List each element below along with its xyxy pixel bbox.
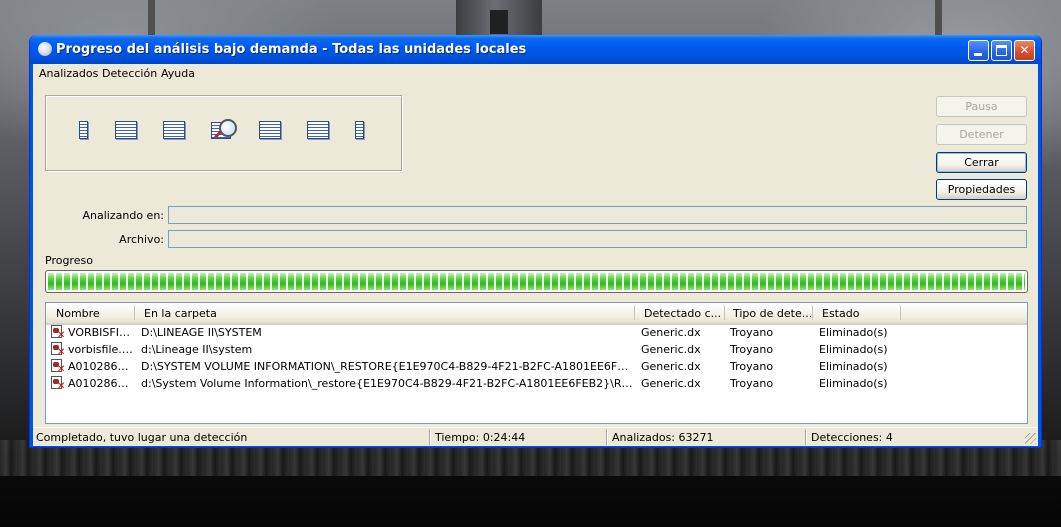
cell-detected: Generic.dx bbox=[641, 343, 701, 356]
status-detections: Detecciones: 4 bbox=[811, 431, 893, 444]
cell-folder: D:\SYSTEM VOLUME INFORMATION\_RESTORE{E1… bbox=[141, 360, 635, 373]
cell-detected: Generic.dx bbox=[641, 360, 701, 373]
document-icon bbox=[163, 121, 185, 139]
status-bar: Completado, tuvo lugar una detección Tie… bbox=[33, 427, 1038, 446]
cell-status: Eliminado(s) bbox=[819, 360, 888, 373]
scanning-in-label: Analizando en: bbox=[82, 209, 165, 222]
cell-folder: d:\System Volume Information\_restore{E1… bbox=[141, 377, 635, 390]
cell-type: Troyano bbox=[730, 343, 774, 356]
cell-type: Troyano bbox=[730, 360, 774, 373]
cell-folder: d:\Lineage II\system bbox=[141, 343, 253, 356]
status-message: Completado, tuvo lugar una detección bbox=[36, 431, 248, 444]
cell-name: vorbisfile.dll bbox=[68, 343, 134, 356]
cell-name: VORBISFIL... bbox=[68, 326, 134, 339]
status-divider bbox=[606, 429, 607, 445]
cell-name: A0102866.... bbox=[68, 360, 134, 373]
cell-type: Troyano bbox=[730, 326, 774, 339]
status-divider bbox=[805, 429, 806, 445]
file-field bbox=[168, 230, 1027, 248]
close-icon: ✕ bbox=[1019, 43, 1030, 57]
menu-deteccion[interactable]: Detección bbox=[102, 67, 157, 80]
menu-bar: Analizados Detección Ayuda bbox=[33, 64, 1038, 84]
window-title: Progreso del análisis bajo demanda - Tod… bbox=[56, 42, 527, 57]
title-bar[interactable]: Progreso del análisis bajo demanda - Tod… bbox=[30, 35, 1041, 64]
column-header-status[interactable]: Estado bbox=[822, 307, 859, 320]
desktop-pole-left bbox=[148, 0, 155, 38]
close-window-button[interactable]: ✕ bbox=[1014, 40, 1035, 61]
app-icon[interactable] bbox=[38, 42, 52, 56]
scan-progress-window: Progreso del análisis bajo demanda - Tod… bbox=[29, 35, 1042, 448]
cell-status: Eliminado(s) bbox=[819, 326, 888, 339]
column-divider[interactable] bbox=[812, 306, 813, 320]
document-icon bbox=[79, 121, 88, 139]
desktop-pole-right bbox=[935, 0, 942, 38]
threat-file-icon: ✕ bbox=[51, 325, 65, 341]
table-row[interactable]: ✕ A0102866.... D:\SYSTEM VOLUME INFORMAT… bbox=[46, 358, 1027, 375]
status-time: Tiempo: 0:24:44 bbox=[435, 431, 526, 444]
table-row[interactable]: ✕ VORBISFIL... D:\LINEAGE II\SYSTEM Gene… bbox=[46, 324, 1027, 341]
column-header-name[interactable]: Nombre bbox=[56, 307, 100, 320]
threat-file-icon: ✕ bbox=[51, 376, 65, 392]
threat-file-icon: ✕ bbox=[51, 342, 65, 358]
list-header: Nombre En la carpeta Detectado c... Tipo… bbox=[46, 303, 1027, 325]
column-header-folder[interactable]: En la carpeta bbox=[144, 307, 217, 320]
column-divider[interactable] bbox=[134, 306, 135, 320]
column-divider[interactable] bbox=[900, 306, 901, 320]
document-icon bbox=[115, 121, 137, 139]
document-icon bbox=[259, 121, 281, 139]
document-icon bbox=[355, 121, 364, 139]
menu-ayuda[interactable]: Ayuda bbox=[161, 67, 195, 80]
desktop-tower bbox=[456, 0, 542, 38]
file-label: Archivo: bbox=[119, 233, 164, 246]
scan-animation-panel bbox=[45, 95, 402, 171]
progress-bar-fill bbox=[48, 273, 1025, 290]
table-row[interactable]: ✕ A0102866.dll d:\System Volume Informat… bbox=[46, 375, 1027, 392]
stop-button[interactable]: Detener bbox=[936, 124, 1027, 145]
minimize-button[interactable] bbox=[968, 40, 989, 61]
table-row[interactable]: ✕ vorbisfile.dll d:\Lineage II\system Ge… bbox=[46, 341, 1027, 358]
status-divider bbox=[429, 429, 430, 445]
properties-button[interactable]: Propiedades bbox=[936, 179, 1027, 200]
close-button[interactable]: Cerrar bbox=[936, 152, 1027, 173]
column-divider[interactable] bbox=[724, 306, 725, 320]
cell-status: Eliminado(s) bbox=[819, 343, 888, 356]
column-divider[interactable] bbox=[634, 306, 635, 320]
document-icon bbox=[307, 121, 329, 139]
maximize-button[interactable] bbox=[991, 40, 1012, 61]
threat-file-icon: ✕ bbox=[51, 359, 65, 375]
cell-name: A0102866.dll bbox=[68, 377, 134, 390]
pause-button[interactable]: Pausa bbox=[936, 96, 1027, 117]
cell-type: Troyano bbox=[730, 377, 774, 390]
cell-detected: Generic.dx bbox=[641, 377, 701, 390]
cell-detected: Generic.dx bbox=[641, 326, 701, 339]
column-header-detected[interactable]: Detectado c... bbox=[644, 307, 721, 320]
detections-list[interactable]: Nombre En la carpeta Detectado c... Tipo… bbox=[45, 302, 1028, 424]
progress-label: Progreso bbox=[45, 254, 93, 267]
cell-status: Eliminado(s) bbox=[819, 377, 888, 390]
resize-grip-icon[interactable] bbox=[1025, 433, 1036, 444]
column-header-type[interactable]: Tipo de dete... bbox=[733, 307, 812, 320]
minimize-icon bbox=[974, 53, 982, 56]
status-scanned: Analizados: 63271 bbox=[612, 431, 714, 444]
scanning-in-field bbox=[168, 206, 1027, 224]
menu-analizados[interactable]: Analizados bbox=[39, 67, 98, 80]
magnifier-document-icon bbox=[211, 119, 237, 141]
maximize-icon bbox=[996, 45, 1007, 56]
cell-folder: D:\LINEAGE II\SYSTEM bbox=[141, 326, 262, 339]
progress-bar bbox=[45, 270, 1028, 293]
